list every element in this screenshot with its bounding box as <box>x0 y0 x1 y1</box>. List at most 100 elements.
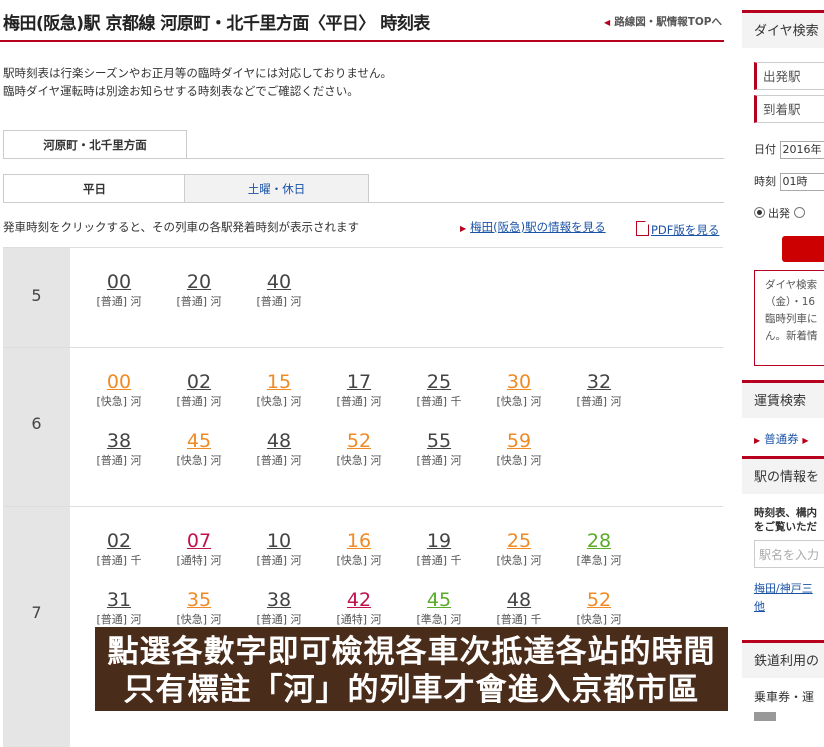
date-label: 日付 <box>754 143 776 156</box>
departure-minute: 35 <box>159 588 239 612</box>
departure-time[interactable]: 02[普通] 千 <box>79 529 159 577</box>
departure-minute: 07 <box>159 529 239 553</box>
departure-minute: 42 <box>319 588 399 612</box>
departure-minute: 38 <box>79 429 159 453</box>
departure-time[interactable]: 40[普通] 河 <box>239 270 319 318</box>
train-type: 快急 <box>181 454 203 467</box>
train-type: 普通 <box>421 395 443 408</box>
radio-depart[interactable] <box>754 207 765 218</box>
departure-time[interactable]: 19[普通] 千 <box>399 529 479 577</box>
station-info-title: 駅の情報を <box>742 456 824 494</box>
destination: 千 <box>131 554 142 567</box>
departure-time[interactable]: 32[普通] 河 <box>559 370 639 418</box>
departure-time[interactable]: 00[普通] 河 <box>79 270 159 318</box>
departure-time[interactable]: 15[快急] 河 <box>239 370 319 418</box>
minutes-area: 00[快急] 河02[普通] 河15[快急] 河17[普通] 河25[普通] 千… <box>70 348 723 507</box>
note-line-1: ダイヤ検索 <box>765 277 824 294</box>
departure-time[interactable]: 55[普通] 河 <box>399 429 479 477</box>
station-link-other[interactable]: 他 <box>754 598 765 615</box>
departure-time[interactable]: 28[準急] 河 <box>559 529 639 577</box>
caption-line-2: 只有標註「河」的列車才會進入京都市區 <box>95 671 728 709</box>
train-type: 快急 <box>341 454 363 467</box>
train-type-dest: [快急] 河 <box>479 453 559 469</box>
route-map-top-link[interactable]: ◀路線図・駅情報TOPへ <box>604 14 722 29</box>
departure-time[interactable]: 00[快急] 河 <box>79 370 159 418</box>
hour-cell: 7 <box>3 507 70 747</box>
from-station-field[interactable]: 出発駅 <box>754 62 824 90</box>
station-search-input[interactable]: 駅名を入力 <box>754 540 824 568</box>
station-link[interactable]: 梅田/神戸三 <box>754 580 813 597</box>
departure-minute: 30 <box>479 370 559 394</box>
train-type: 準急 <box>581 554 603 567</box>
departure-time[interactable]: 59[快急] 河 <box>479 429 559 477</box>
notice: 駅時刻表は行楽シーズンやお正月等の臨時ダイヤには対応しておりません。 臨時ダイヤ… <box>3 64 392 100</box>
triangle-icon: ▶ <box>460 224 466 233</box>
train-type: 快急 <box>501 454 523 467</box>
destination: 河 <box>531 454 542 467</box>
departure-time[interactable]: 07[通特] 河 <box>159 529 239 577</box>
departure-time[interactable]: 48[普通] 河 <box>239 429 319 477</box>
radio-arrive[interactable] <box>794 207 805 218</box>
train-type-dest: [準急] 河 <box>559 553 639 569</box>
hour-cell: 6 <box>3 348 70 507</box>
departure-time[interactable]: 30[快急] 河 <box>479 370 559 418</box>
destination: 河 <box>211 395 222 408</box>
departure-time[interactable]: 10[普通] 河 <box>239 529 319 577</box>
departure-time[interactable]: 02[普通] 河 <box>159 370 239 418</box>
train-type-dest: [通特] 河 <box>159 553 239 569</box>
tab-holiday[interactable]: 土曜・休日 <box>184 174 369 203</box>
train-type-dest: [普通] 河 <box>159 294 239 310</box>
caption-overlay: 點選各數字即可檢視各車次抵達各站的時間 只有標註「河」的列車才會進入京都市區 <box>93 625 730 713</box>
to-station-field[interactable]: 到着駅 <box>754 95 824 123</box>
train-type-dest: [普通] 河 <box>239 294 319 310</box>
train-type-dest: [普通] 河 <box>559 394 639 410</box>
rail-use-title: 鉄道利用の <box>742 640 824 678</box>
departure-time[interactable]: 45[快急] 河 <box>159 429 239 477</box>
dia-search-note: ダイヤ検索 （金）・16 臨時列車に ん。新着情 <box>754 270 824 366</box>
fare-link[interactable]: ▶普通券 ▶ <box>754 431 812 447</box>
hour-row: 500[普通] 河20[普通] 河40[普通] 河 <box>3 247 723 348</box>
destination: 河 <box>531 554 542 567</box>
date-select[interactable]: 2016年 <box>780 141 824 159</box>
departure-minute: 00 <box>79 370 159 394</box>
departure-time[interactable]: 25[普通] 千 <box>399 370 479 418</box>
tab-weekday[interactable]: 平日 <box>3 174 186 203</box>
train-type-dest: [快急] 河 <box>159 453 239 469</box>
station-info-link[interactable]: ▶梅田(阪急)駅の情報を見る <box>460 219 606 235</box>
train-type-dest: [普通] 千 <box>79 553 159 569</box>
train-type: 快急 <box>341 554 363 567</box>
departure-time[interactable]: 25[快急] 河 <box>479 529 559 577</box>
departure-time[interactable]: 17[普通] 河 <box>319 370 399 418</box>
tab-direction-kawaramachi[interactable]: 河原町・北千里方面 <box>3 130 187 159</box>
search-button[interactable] <box>782 236 824 262</box>
page-title: 梅田(阪急)駅 京都線 河原町・北千里方面〈平日〉 時刻表 <box>3 9 430 34</box>
destination: 河 <box>131 295 142 308</box>
train-type: 普通 <box>421 454 443 467</box>
train-type-dest: [普通] 河 <box>159 394 239 410</box>
train-type-dest: [快急] 河 <box>319 553 399 569</box>
divider <box>3 202 724 203</box>
departure-minute: 16 <box>319 529 399 553</box>
departure-minute: 02 <box>159 370 239 394</box>
departure-time[interactable]: 16[快急] 河 <box>319 529 399 577</box>
departure-time[interactable]: 20[普通] 河 <box>159 270 239 318</box>
divider <box>3 158 724 159</box>
time-label: 時刻 <box>754 175 776 188</box>
notice-line-2: 臨時ダイヤ運転時は別途お知らせする時刻表などでご確認ください。 <box>3 82 392 100</box>
radio-depart-label: 出発 <box>768 207 790 220</box>
destination: 河 <box>211 554 222 567</box>
departure-minute: 55 <box>399 429 479 453</box>
fare-search-title: 運賃検索 <box>742 380 824 418</box>
departure-time[interactable]: 52[快急] 河 <box>319 429 399 477</box>
pdf-link[interactable]: PDF版を見る <box>636 219 719 238</box>
destination: 千 <box>451 395 462 408</box>
train-type-dest: [快急] 河 <box>319 453 399 469</box>
fare-link-label: 普通券 <box>764 432 799 446</box>
train-type: 快急 <box>501 395 523 408</box>
departure-minute: 38 <box>239 588 319 612</box>
departure-time[interactable]: 38[普通] 河 <box>79 429 159 477</box>
time-select[interactable]: 01時 <box>780 173 824 191</box>
train-type-dest: [普通] 河 <box>239 553 319 569</box>
caption-line-1: 點選各數字即可檢視各車次抵達各站的時間 <box>95 627 728 671</box>
train-type-dest: [快急] 河 <box>239 394 319 410</box>
